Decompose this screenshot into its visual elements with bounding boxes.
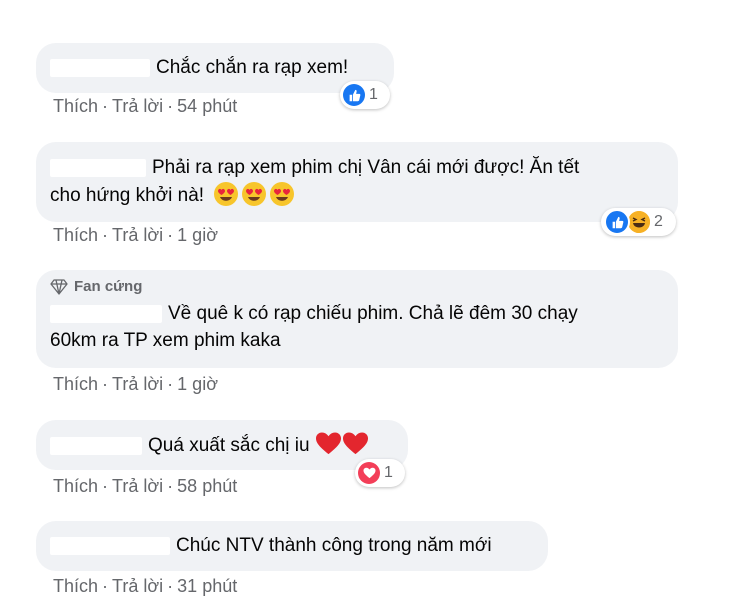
comment-bubble: Fan cứng Về quê k có rạp chiếu phim. Chả… — [36, 270, 678, 368]
heart-eyes-icon — [242, 182, 267, 206]
comment-text: Quá xuất sắc chị iu — [148, 435, 310, 456]
comment-bubble: Chúc NTV thành công trong năm mới — [36, 521, 548, 571]
comment-text-line-1: Phải ra rạp xem phim chị Vân cái mới đượ… — [152, 157, 580, 178]
diamond-icon — [50, 279, 68, 295]
red-heart-icon — [342, 432, 368, 455]
comment-actions: Thích · Trả lời · 31 phút — [53, 576, 238, 596]
comment-text: Chắc chắn ra rạp xem! — [156, 57, 349, 78]
reaction-count: 2 — [654, 213, 663, 230]
reply-link[interactable]: Trả lời — [112, 225, 163, 245]
like-link[interactable]: Thích — [53, 576, 98, 596]
reaction-count: 1 — [384, 464, 393, 481]
reaction-summary[interactable]: 1 — [355, 459, 405, 487]
heart-eyes-icon — [270, 182, 295, 206]
comment-actions: Thích · Trả lời · 54 phút — [53, 96, 238, 116]
top-fan-badge: Fan cứng — [50, 278, 664, 296]
like-link[interactable]: Thích — [53, 225, 98, 245]
comment-text: Chúc NTV thành công trong năm mới — [176, 535, 492, 556]
comment-bubble: Phải ra rạp xem phim chị Vân cái mới đượ… — [36, 142, 678, 222]
comment-text-line-2: 60km ra TP xem phim kaka — [50, 330, 281, 351]
like-link[interactable]: Thích — [53, 476, 98, 496]
redacted-author-name — [50, 436, 142, 455]
haha-icon — [628, 211, 650, 233]
reply-link[interactable]: Trả lời — [112, 96, 163, 116]
redacted-author-name — [50, 158, 146, 177]
reaction-summary[interactable]: 2 — [601, 208, 676, 236]
timestamp-link[interactable]: 54 phút — [177, 96, 237, 116]
timestamp-link[interactable]: 1 giờ — [177, 374, 218, 394]
comment-actions: Thích · Trả lời · 1 giờ — [53, 225, 218, 245]
like-link[interactable]: Thích — [53, 96, 98, 116]
like-icon — [604, 209, 630, 235]
reaction-summary[interactable]: 1 — [340, 81, 390, 109]
reply-link[interactable]: Trả lời — [112, 476, 163, 496]
comment-bubble: Quá xuất sắc chị iu — [36, 420, 408, 470]
comment-actions: Thích · Trả lời · 58 phút — [53, 476, 238, 496]
redacted-author-name — [50, 58, 150, 77]
comment-text-line-2: cho hứng khởi nà! — [50, 185, 205, 206]
comment-actions: Thích · Trả lời · 1 giờ — [53, 374, 218, 394]
comment-text-line-1: Về quê k có rạp chiếu phim. Chả lẽ đêm 3… — [168, 303, 578, 324]
like-link[interactable]: Thích — [53, 374, 98, 394]
timestamp-link[interactable]: 31 phút — [177, 576, 237, 596]
comment-bubble: Chắc chắn ra rạp xem! — [36, 43, 394, 93]
red-heart-icon — [315, 432, 341, 455]
badge-label: Fan cứng — [74, 278, 143, 295]
heart-eyes-icon — [214, 182, 239, 206]
timestamp-link[interactable]: 58 phút — [177, 476, 237, 496]
love-icon — [358, 462, 380, 484]
timestamp-link[interactable]: 1 giờ — [177, 225, 218, 245]
redacted-author-name — [50, 536, 170, 555]
reaction-count: 1 — [369, 86, 378, 103]
reply-link[interactable]: Trả lời — [112, 374, 163, 394]
redacted-author-name — [50, 304, 162, 323]
reply-link[interactable]: Trả lời — [112, 576, 163, 596]
like-icon — [343, 84, 365, 106]
